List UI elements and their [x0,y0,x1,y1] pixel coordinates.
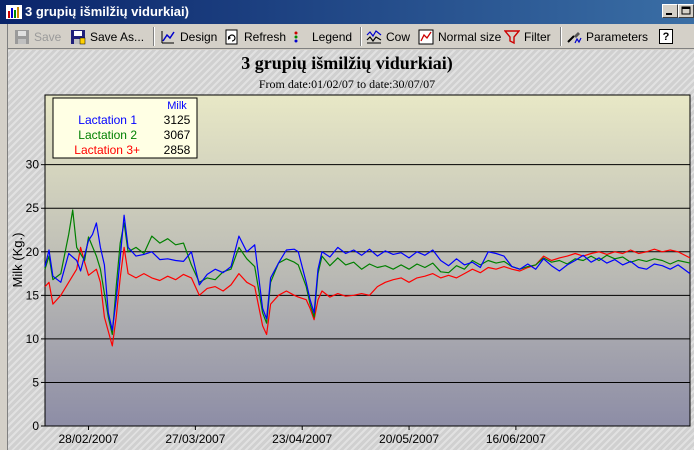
legend-series-total: 2858 [164,143,191,157]
x-tick-label: 27/03/2007 [165,432,225,446]
y-axis-ticks: 0 5 10 15 20 25 30 [26,158,45,433]
y-tick-label: 5 [32,375,39,389]
legend-header: Milk [167,100,187,112]
milk-line-chart: 0 5 10 15 20 25 30 28/02/2007 27/03/2007 23/04/2… [10,94,691,446]
y-tick-label: 30 [26,158,40,172]
x-tick-label: 16/06/2007 [486,432,546,446]
legend-series-name: Lactation 1 [78,113,137,127]
y-tick-label: 20 [26,245,40,259]
y-tick-label: 25 [26,201,40,215]
legend-series-total: 3067 [164,128,191,142]
y-tick-label: 15 [26,288,40,302]
x-tick-label: 20/05/2007 [379,432,439,446]
legend-series-name: Lactation 2 [78,128,137,142]
x-tick-label: 28/02/2007 [58,432,118,446]
y-axis-label: Milk (Kg.) [10,233,25,288]
x-axis-ticks: 28/02/2007 27/03/2007 23/04/2007 20/05/2007… [58,426,546,446]
x-tick-label: 23/04/2007 [272,432,332,446]
legend-series-total: 3125 [164,113,191,127]
y-tick-label: 10 [26,332,40,346]
legend-series-name: Lactation 3+ [74,143,140,157]
y-tick-label: 0 [32,419,39,433]
legend: Milk Lactation 1 3125 Lactation 2 3067 L… [52,97,198,159]
